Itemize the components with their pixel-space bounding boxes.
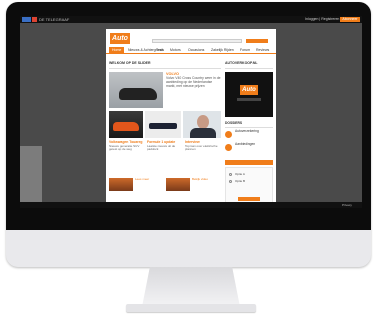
footer-link[interactable]: Privacy xyxy=(342,202,352,208)
flag-icon xyxy=(22,17,31,22)
main-navigation: Home Nieuws & Achtergrond Tests Motors O… xyxy=(106,47,276,54)
article-text: Topman over elektrische plannen xyxy=(185,143,218,152)
sidebar-item-label[interactable]: Aanbiedingen xyxy=(235,142,255,147)
nav-item-business[interactable]: Zakelijk Rijden xyxy=(211,48,234,52)
featured-text: Volvo V40 Cross Country weer in de aanbi… xyxy=(166,76,221,89)
sidebar-title-2: DOSSIERS xyxy=(225,121,273,128)
sidebar-banner[interactable] xyxy=(225,160,273,165)
sidebar-item-label[interactable]: Autoverzekering xyxy=(235,129,259,134)
site-logo[interactable]: Auto xyxy=(110,33,130,44)
browser-top-bar: DE TELEGRAAF Inloggen | Registreren Abon… xyxy=(20,16,362,23)
article-image-portrait[interactable] xyxy=(183,111,221,138)
website-content: Auto Home Nieuws & Achtergrond Tests Mot… xyxy=(106,29,276,205)
article-column[interactable]: Volkswagen Touareg Nieuwe generatie SUV … xyxy=(109,140,145,171)
thumbnail-image[interactable] xyxy=(166,178,190,191)
nav-item-occasions[interactable]: Occasions xyxy=(188,48,204,52)
nav-item-motors[interactable]: Motors xyxy=(170,48,181,52)
thumbnail-link[interactable]: Lees meer xyxy=(135,177,155,182)
thumbnail-link[interactable]: Bekijk video xyxy=(192,177,212,182)
thumbnail-image[interactable] xyxy=(109,178,133,191)
dossier-icon xyxy=(225,144,232,151)
search-input[interactable] xyxy=(152,39,242,43)
nav-item-home[interactable]: Home xyxy=(109,47,125,54)
monitor-screen: DE TELEGRAAF Inloggen | Registreren Abon… xyxy=(20,16,362,208)
monitor-base xyxy=(126,304,256,312)
subscribe-button[interactable]: Abonneer xyxy=(340,17,360,22)
poll-option-label: Optie A xyxy=(235,172,245,176)
nav-item-forum[interactable]: Forum xyxy=(240,48,250,52)
vote-button[interactable] xyxy=(238,197,260,201)
car-icon xyxy=(113,122,139,131)
sidebar-title: AUTOVERKOOP.NL xyxy=(225,61,273,69)
brand-label: DE TELEGRAAF xyxy=(39,17,70,22)
car-icon xyxy=(119,88,157,100)
dossier-icon xyxy=(225,131,232,138)
article-text: Nieuwe generatie SUV getest op de weg xyxy=(109,143,140,152)
radio-button[interactable] xyxy=(229,173,232,176)
nav-item-reviews[interactable]: Reviews xyxy=(256,48,269,52)
article-image-orange-car[interactable] xyxy=(109,111,143,138)
sidebar-item[interactable]: Aanbiedingen xyxy=(225,142,273,153)
sidebar-ad[interactable]: Auto xyxy=(225,72,273,117)
article-image-f1[interactable] xyxy=(145,111,181,138)
sidebar-item[interactable]: Autoverzekering xyxy=(225,129,273,140)
badge-icon xyxy=(32,17,37,22)
account-links[interactable]: Inloggen | Registreren xyxy=(305,16,339,23)
search-button[interactable] xyxy=(246,39,268,43)
ad-logo: Auto xyxy=(240,85,258,95)
article-column[interactable]: Formule 1 update Laatste nieuws uit de p… xyxy=(147,140,183,171)
featured-article[interactable]: VOLVO Volvo V40 Cross Country weer in de… xyxy=(166,72,222,108)
monitor-stand xyxy=(142,267,240,307)
featured-image[interactable] xyxy=(109,72,163,108)
poll-option-label: Optie B xyxy=(235,179,246,183)
screen-reflection xyxy=(20,146,42,208)
article-column[interactable]: Interview Topman over elektrische planne… xyxy=(185,140,221,171)
radio-button[interactable] xyxy=(229,180,232,183)
browser-bottom-bar: Privacy xyxy=(20,202,362,208)
person-icon xyxy=(197,115,209,129)
poll-widget: Optie A Optie B xyxy=(225,167,273,203)
section-title: WELKOM OP DE SLIDER xyxy=(109,61,221,69)
nav-item-tests[interactable]: Tests xyxy=(156,48,164,52)
race-car-icon xyxy=(149,123,177,129)
article-text: Laatste nieuws uit de paddock xyxy=(147,143,176,152)
